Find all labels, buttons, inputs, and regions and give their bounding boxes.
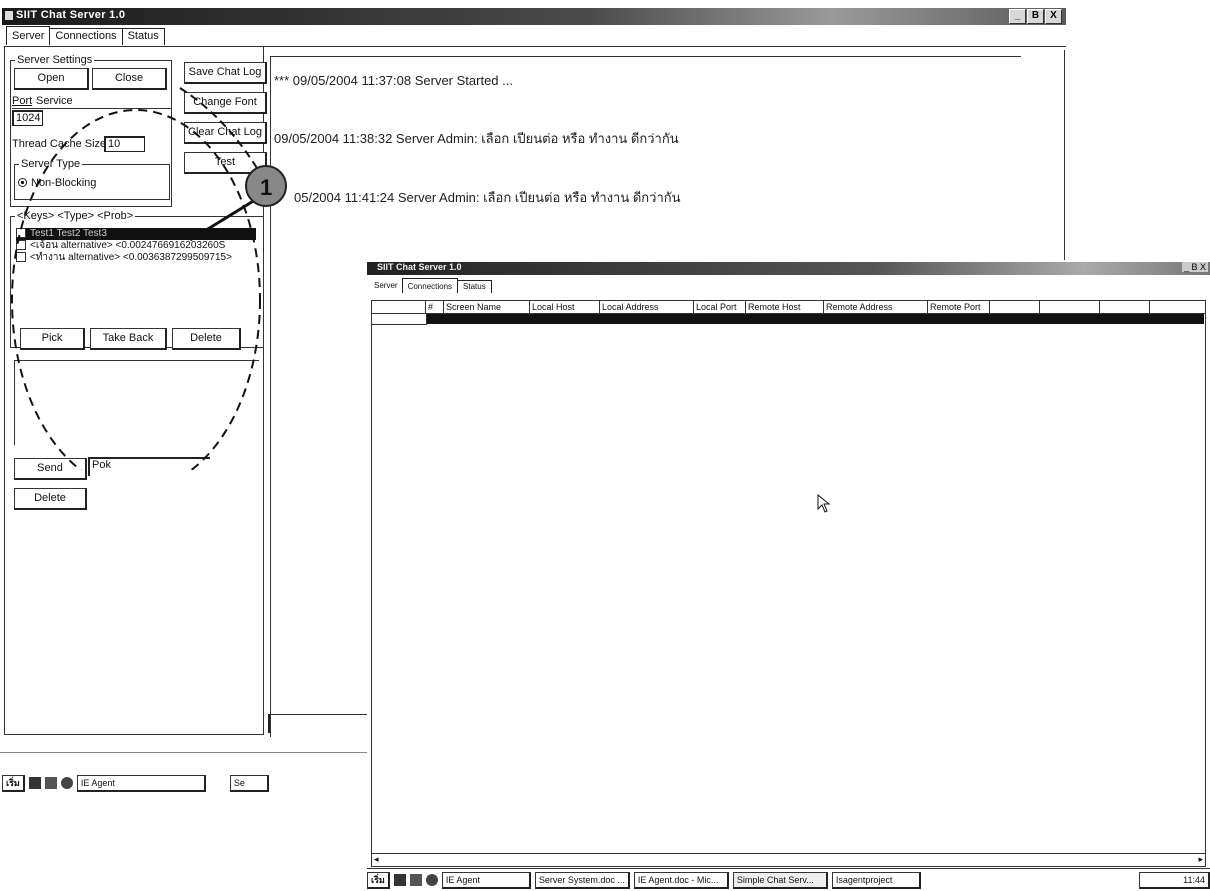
column-header[interactable]: # [426, 301, 444, 313]
row-indicator [372, 314, 427, 325]
table-row[interactable] [426, 314, 1204, 324]
main-window-title: SIIT Chat Server 1.0 [16, 9, 126, 21]
dashed-connector [179, 87, 265, 181]
scroll-right-icon[interactable]: ▸ [1198, 854, 1203, 865]
tab-status[interactable]: Status [457, 280, 492, 293]
minimize-button[interactable]: _ [1009, 9, 1026, 24]
column-header[interactable] [1040, 301, 1100, 313]
taskbar-item[interactable]: Simple Chat Serv... [732, 871, 828, 889]
tab-status[interactable]: Status [121, 28, 165, 45]
taskbar-item[interactable]: Isagentproject [831, 871, 921, 889]
quicklaunch-icon[interactable] [60, 777, 73, 789]
second-tab-strip: Server Connections Status [369, 278, 492, 293]
column-header[interactable] [1100, 301, 1150, 313]
tab-panel-top-edge [4, 46, 1066, 47]
annotation-overlay [11, 87, 287, 470]
start-button[interactable]: เริ่ม [2, 774, 25, 792]
column-header[interactable]: Remote Host [746, 301, 824, 313]
main-tab-strip: Server Connections Status [6, 26, 165, 45]
column-header[interactable]: Screen Name [444, 301, 530, 313]
chat-log-line: *** 09/05/2004 11:37:08 Server Started .… [274, 73, 513, 88]
scroll-left-icon[interactable]: ◂ [374, 854, 379, 865]
delete-message-button[interactable]: Delete [14, 488, 87, 510]
connections-grid[interactable]: # Screen Name Local Host Local Address L… [371, 300, 1206, 867]
quicklaunch-icon[interactable] [425, 874, 438, 886]
second-window-title: SIIT Chat Server 1.0 [377, 262, 462, 272]
chat-log-line: 05/2004 11:41:24 Server Admin: เลือก เปี… [294, 190, 681, 205]
tab-connections[interactable]: Connections [401, 278, 459, 293]
column-header[interactable]: Local Host [530, 301, 600, 313]
mouse-cursor-icon [817, 494, 831, 513]
tab-server[interactable]: Server [6, 26, 51, 45]
quicklaunch-icon[interactable] [28, 777, 41, 789]
grid-header-indicator [372, 301, 426, 313]
horizontal-scrollbar[interactable]: ◂ ▸ [372, 853, 1205, 866]
quicklaunch-icon[interactable] [393, 874, 406, 886]
second-taskbar: เริ่ม IE Agent Server System.doc ... IE … [367, 868, 1210, 891]
system-tray-clock: 11:44 [1139, 871, 1210, 889]
tab-connections[interactable]: Connections [49, 28, 123, 45]
callout-number: 1 [260, 175, 273, 200]
app-icon [5, 11, 13, 20]
chat-log-line: 09/05/2004 11:38:32 Server Admin: เลือก … [274, 131, 679, 146]
main-title-bar[interactable]: SIIT Chat Server 1.0 _ B X [2, 8, 1066, 25]
taskbar-folder-ie-agent[interactable]: IE Agent [76, 774, 206, 792]
taskbar-item[interactable]: IE Agent.doc - Mic... [633, 871, 729, 889]
column-header[interactable]: Local Address [600, 301, 694, 313]
tab-server[interactable]: Server [369, 280, 403, 292]
quicklaunch-icon[interactable] [409, 874, 422, 886]
column-header[interactable] [990, 301, 1040, 313]
main-taskbar: เริ่ม IE Agent Se [2, 772, 370, 794]
connections-window: SIIT Chat Server 1.0 _ B X Server Connec… [367, 260, 1210, 891]
callout-leader-line [189, 198, 256, 242]
taskbar-item[interactable]: Se [229, 774, 269, 792]
dashed-ellipse [11, 109, 261, 470]
maximize-button[interactable]: B [1027, 9, 1044, 24]
column-header[interactable]: Local Port [694, 301, 746, 313]
taskbar-folder-ie-agent[interactable]: IE Agent [441, 871, 531, 889]
grid-header: # Screen Name Local Host Local Address L… [372, 301, 1205, 314]
close-window-button[interactable]: X [1045, 9, 1062, 24]
quicklaunch-icon[interactable] [44, 777, 57, 789]
second-title-bar[interactable]: SIIT Chat Server 1.0 _ B X [367, 262, 1210, 275]
second-window-controls[interactable]: _ B X [1181, 262, 1208, 272]
taskbar-item[interactable]: Server System.doc ... [534, 871, 630, 889]
column-header[interactable]: Remote Address [824, 301, 928, 313]
start-button[interactable]: เริ่ม [367, 871, 390, 889]
column-header[interactable]: Remote Port [928, 301, 990, 313]
